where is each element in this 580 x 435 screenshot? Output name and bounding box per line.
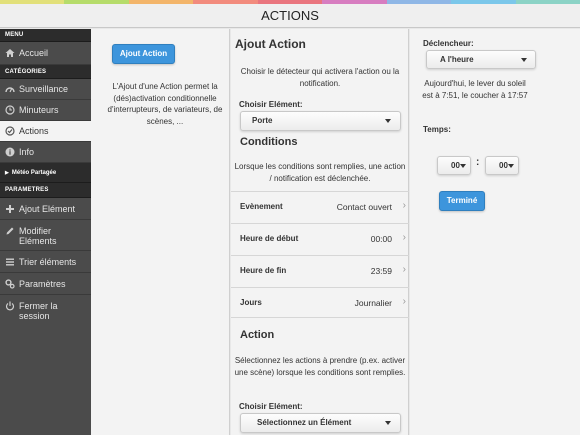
hours-select[interactable]: 00 [437, 156, 471, 175]
action-choose-label: Choisir Elément: [239, 402, 303, 411]
minutes-value: 00 [499, 161, 508, 170]
action-form: Ajout Action Choisir le détecteur qui ac… [231, 29, 409, 435]
element-select-value: Porte [252, 116, 273, 125]
trigger-select-value: A l'heure [440, 55, 474, 64]
element-select[interactable]: Porte [240, 111, 401, 131]
row-label: Heure de début [240, 234, 299, 243]
sidebar-item-ajout-element[interactable]: Ajout Elément [0, 198, 91, 220]
row-label: Jours [240, 298, 262, 307]
row-label: Evènement [240, 202, 283, 211]
sidebar-item-meteo[interactable]: ▶ Météo Partagée [0, 163, 91, 183]
chevron-down-icon [385, 421, 391, 425]
time-label: Temps: [423, 125, 451, 134]
minutes-select[interactable]: 00 [485, 156, 519, 175]
sidebar-item-trier-elements[interactable]: Trier éléments [0, 251, 91, 273]
trigger-label: Déclencheur: [423, 39, 474, 48]
gears-icon [5, 278, 15, 289]
sort-icon [5, 257, 15, 267]
action-desc: Sélectionnez les actions à prendre (p.ex… [234, 356, 406, 377]
row-label: Heure de fin [240, 266, 287, 275]
clock-icon [5, 105, 15, 115]
action-title: Action [240, 329, 275, 341]
sidebar-item-label: Modifier Eléments [19, 226, 57, 246]
conditions-desc: Lorsque les conditions sont remplies, un… [234, 162, 406, 183]
chevron-down-icon [521, 58, 527, 62]
sidebar-item-label: Actions [19, 126, 49, 136]
trigger-panel: Déclencheur: A l'heure Aujourd'hui, le l… [410, 29, 580, 435]
trigger-select[interactable]: A l'heure [426, 50, 536, 69]
chevron-right-icon: › [402, 296, 406, 307]
sidebar-section-menu: MENU [0, 29, 91, 42]
sidebar-item-label: Paramètres [19, 278, 66, 289]
sidebar-item-actions[interactable]: Actions [0, 121, 91, 142]
sidebar-item-accueil[interactable]: Accueil [0, 42, 91, 65]
page-title-text: ACTIONS [261, 8, 319, 23]
row-value: Contact ouvert [336, 202, 392, 212]
gauge-icon [5, 84, 15, 94]
chevron-right-icon: › [402, 232, 406, 243]
pencil-icon [5, 226, 15, 236]
sidebar-item-label: Surveillance [19, 84, 69, 94]
condition-row-jours[interactable]: Jours Journalier › [231, 287, 409, 318]
ajout-action-button[interactable]: Ajout Action [112, 44, 175, 64]
plus-icon [5, 204, 15, 214]
row-value: 23:59 [370, 266, 392, 276]
conditions-title: Conditions [240, 136, 298, 148]
sidebar-item-label: Fermer la session [19, 301, 58, 321]
sidebar-section-parametres: PARAMETRES [0, 183, 91, 198]
row-value: 00:00 [370, 234, 392, 244]
sidebar-item-label: Ajout Elément [19, 203, 76, 214]
sidebar-item-info[interactable]: Info [0, 142, 91, 163]
sun-info: Aujourd'hui, le lever du soleil est à 7:… [422, 79, 528, 100]
time-separator: : [476, 157, 480, 168]
condition-row-heure-debut[interactable]: Heure de début 00:00 › [231, 223, 409, 254]
check-circle-icon [5, 126, 15, 136]
termine-button[interactable]: Terminé [439, 191, 485, 211]
sidebar-item-fermer-session[interactable]: Fermer la session [0, 295, 91, 326]
page-title: ACTIONS [0, 4, 580, 28]
row-value: Journalier [354, 298, 392, 308]
action-select-value: Sélectionnez un Élément [257, 418, 352, 427]
panel-description: L'Ajout d'une Action permet la (dés)acti… [107, 82, 223, 126]
chevron-right-icon: › [402, 264, 406, 275]
sidebar-item-label: Accueil [19, 48, 49, 58]
chevron-right-icon: › [402, 200, 406, 211]
sidebar-item-label: Météo Partagée [11, 169, 57, 176]
sidebar-item-minuteurs[interactable]: Minuteurs [0, 100, 91, 121]
sidebar-item-label: Info [19, 147, 35, 157]
home-icon [5, 48, 15, 58]
form-intro: Choisir le détecteur qui activera l'acti… [240, 67, 400, 88]
info-icon [5, 147, 15, 157]
chevron-down-icon [385, 119, 391, 123]
condition-row-heure-fin[interactable]: Heure de fin 23:59 › [231, 255, 409, 286]
chevron-down-icon [508, 164, 514, 168]
sidebar-item-label: Trier éléments [19, 256, 77, 267]
sidebar-item-modifier-elements[interactable]: Modifier Eléments [0, 220, 91, 251]
chevron-down-icon [460, 164, 466, 168]
sidebar: MENU Accueil CATÉGORIES Surveillance Min… [0, 29, 91, 435]
choose-element-label: Choisir Elément: [239, 100, 303, 109]
power-icon [5, 301, 15, 311]
sidebar-item-surveillance[interactable]: Surveillance [0, 79, 91, 100]
form-title: Ajout Action [235, 37, 306, 51]
hours-value: 00 [451, 161, 460, 170]
caret-right-icon: ▶ [5, 169, 9, 176]
sidebar-section-categories: CATÉGORIES [0, 65, 91, 79]
sidebar-item-parametres[interactable]: Paramètres [0, 273, 91, 295]
sidebar-item-label: Minuteurs [19, 105, 59, 115]
condition-row-evenement[interactable]: Evènement Contact ouvert › [231, 191, 409, 222]
info-panel: Ajout Action L'Ajout d'une Action permet… [91, 29, 230, 435]
action-element-select[interactable]: Sélectionnez un Élément [240, 413, 401, 433]
